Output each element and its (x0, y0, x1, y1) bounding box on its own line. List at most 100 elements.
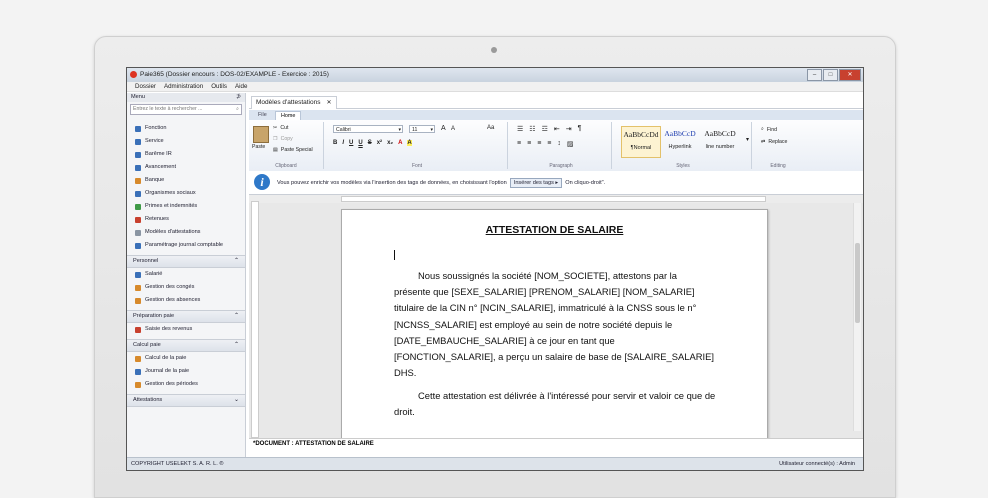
nav-item-fonction[interactable]: Fonction (127, 122, 245, 135)
nav-item-retenues[interactable]: Retenues (127, 213, 245, 226)
ribbon-tab-file[interactable]: File (253, 111, 272, 120)
menu-search-input[interactable]: Entrez le texte à rechercher ... ⌕ (130, 104, 242, 115)
chevron-down-icon: ▾ (398, 127, 401, 133)
vertical-scrollbar[interactable] (853, 203, 861, 431)
double-underline-button[interactable]: U (358, 140, 362, 146)
subscript-button[interactable]: x₂ (387, 140, 393, 146)
title-bar: Paie365 (Dossier encours : DOS-02/EXAMPL… (127, 68, 863, 82)
nav-item-modeles-attestations[interactable]: Modèles d'attestations (127, 226, 245, 239)
calculator-icon (135, 355, 141, 362)
nav-item-salarie[interactable]: Salarié (127, 268, 245, 281)
styles-more-icon[interactable]: ▾ (746, 136, 749, 143)
nav-item-journal-comptable[interactable]: Paramétrage journal comptable (127, 239, 245, 252)
nav-item-periodes[interactable]: Gestion des périodes (127, 378, 245, 391)
grid-icon (135, 138, 141, 145)
align-right-icon[interactable]: ≡ (537, 140, 541, 148)
document-page[interactable]: ATTESTATION DE SALAIRE Nous soussignés l… (341, 209, 768, 438)
nav-item-avancement[interactable]: Avancement (127, 161, 245, 174)
paragraph-1-text: Nous soussignés la société [NOM_SOCIETE]… (394, 270, 714, 379)
chevron-down-icon: ▾ (430, 127, 433, 133)
shading-icon[interactable]: ▨ (567, 140, 574, 148)
menu-dossier[interactable]: Dossier (135, 82, 156, 91)
pilcrow-icon[interactable]: ¶ (578, 125, 582, 133)
nav-item-saisie-revenus[interactable]: Saisie des revenus (127, 323, 245, 336)
find-button[interactable]: ⌕ Find (761, 126, 777, 133)
vertical-ruler[interactable] (251, 201, 259, 438)
align-center-icon[interactable]: ≡ (527, 140, 531, 148)
decrease-indent-icon[interactable]: ⇤ (554, 125, 560, 133)
paragraph-label: Paragraph (549, 163, 573, 169)
multilevel-list-icon[interactable]: ☲ (542, 125, 548, 133)
section-personnel[interactable]: Personnel ⌃ (127, 255, 245, 268)
document-editor[interactable]: ATTESTATION DE SALAIRE Nous soussignés l… (249, 195, 863, 438)
chevron-up-icon[interactable]: ⌃ (234, 311, 239, 322)
font-color-button[interactable]: A (398, 140, 402, 146)
bullets-icon[interactable]: ☰ (517, 125, 523, 133)
numbering-icon[interactable]: ☷ (529, 125, 535, 133)
nav-item-bareme-ir[interactable]: Barême IR (127, 148, 245, 161)
menu-outils[interactable]: Outils (211, 82, 227, 91)
paste-icon[interactable] (253, 126, 269, 143)
section-attestations[interactable]: Attestations ⌄ (127, 394, 245, 407)
nav-item-absences[interactable]: Gestion des absences (127, 294, 245, 307)
italic-button[interactable]: I (342, 140, 344, 146)
style-line-number[interactable]: AaBbCcD line number (701, 126, 739, 156)
align-left-icon[interactable]: ≡ (517, 140, 521, 148)
menu-aide[interactable]: Aide (235, 82, 247, 91)
tab-modeles-attestations[interactable]: Modèles d'attestations ✕ (251, 96, 337, 109)
app-icon (130, 71, 137, 78)
chevron-up-icon[interactable]: ⌃ (234, 340, 239, 351)
nav-item-service[interactable]: Service (127, 135, 245, 148)
strikethrough-button[interactable]: S (368, 140, 372, 146)
replace-button[interactable]: ⇄ Replace (761, 139, 787, 145)
cut-label: Cut (280, 125, 289, 131)
copy-button[interactable]: ❐ Copy (273, 136, 293, 142)
nav-item-label: Modèles d'attestations (145, 229, 201, 235)
increase-indent-icon[interactable]: ⇥ (566, 125, 572, 133)
chevron-down-icon[interactable]: ⌄ (234, 395, 239, 406)
style-hyperlink[interactable]: AaBbCcD Hyperlink (661, 126, 699, 156)
nav-item-journal-paie[interactable]: Journal de la paie (127, 365, 245, 378)
bold-button[interactable]: B (333, 140, 337, 146)
close-tab-icon[interactable]: ✕ (326, 100, 331, 106)
search-icon[interactable]: ⌕ (236, 105, 239, 114)
minimize-button[interactable]: – (807, 69, 822, 81)
style-normal[interactable]: AaBbCcDd ¶Normal (621, 126, 661, 158)
underline-button[interactable]: U (349, 140, 353, 146)
nav-item-banque[interactable]: Banque (127, 174, 245, 187)
section-calcul-paie[interactable]: Calcul paie ⌃ (127, 339, 245, 352)
chevron-up-icon[interactable]: ⌃ (234, 256, 239, 267)
justify-icon[interactable]: ≡ (547, 140, 551, 148)
paste-special-button[interactable]: ▤ Paste Special (273, 147, 313, 153)
editing-group: ⌕ Find ⇄ Replace Editing (755, 122, 801, 169)
scrollbar-thumb[interactable] (855, 243, 860, 323)
nav-item-primes[interactable]: Primes et indemnités (127, 200, 245, 213)
scissors-icon: ✂ (273, 125, 278, 131)
nav-item-calcul-paie[interactable]: Calcul de la paie (127, 352, 245, 365)
section-title: Préparation paie (133, 313, 175, 319)
nav-item-label: Fonction (145, 125, 167, 131)
maximize-button[interactable]: □ (823, 69, 838, 81)
font-name-select[interactable]: Calibri ▾ (333, 125, 403, 133)
highlight-button[interactable]: A (407, 140, 412, 146)
section-preparation-paie[interactable]: Préparation paie ⌃ (127, 310, 245, 323)
close-button[interactable]: ✕ (839, 69, 861, 81)
insert-tags-button[interactable]: Insérer des tags ▸ (509, 178, 563, 188)
superscript-button[interactable]: x² (377, 140, 382, 146)
cut-button[interactable]: ✂ Cut (273, 125, 288, 131)
change-case-button[interactable]: Aa (487, 125, 494, 131)
line-spacing-icon[interactable]: ↕ (557, 140, 561, 148)
pin-icon[interactable]: ⊅ (236, 93, 241, 102)
shrink-font-button[interactable]: A (451, 126, 455, 132)
nav-item-conges[interactable]: Gestion des congés (127, 281, 245, 294)
find-label: Find (766, 126, 777, 133)
grow-font-button[interactable]: A (441, 125, 446, 132)
horizontal-ruler[interactable] (249, 195, 863, 203)
style-name: Hyperlink (668, 144, 692, 150)
paste-button[interactable]: Paste (252, 144, 265, 150)
style-name: ¶Normal (630, 145, 652, 151)
font-label: Font (411, 163, 422, 169)
nav-item-organismes-sociaux[interactable]: Organismes sociaux (127, 187, 245, 200)
font-size-select[interactable]: 11 ▾ (409, 125, 435, 133)
menu-administration[interactable]: Administration (164, 82, 203, 91)
